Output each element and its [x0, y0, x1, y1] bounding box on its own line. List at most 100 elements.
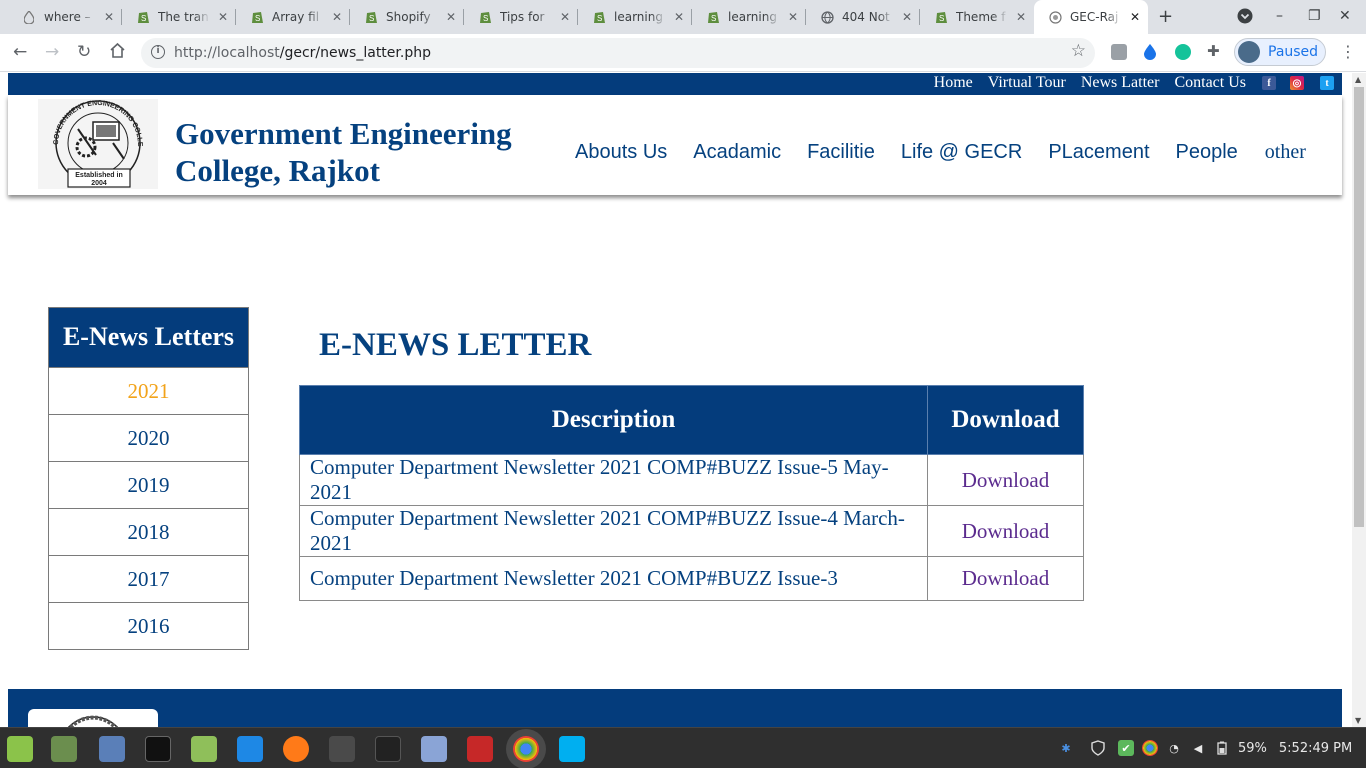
scroll-up-icon[interactable]: ▲: [1355, 75, 1361, 84]
vscode-icon[interactable]: [237, 736, 263, 762]
nav-acadamic[interactable]: Acadamic: [693, 141, 781, 164]
chrome-icon[interactable]: [513, 736, 539, 762]
shield-icon[interactable]: [1090, 740, 1106, 756]
firefox-icon[interactable]: [283, 736, 309, 762]
close-tab-icon[interactable]: ✕: [104, 10, 114, 24]
extension-icon[interactable]: [1111, 44, 1127, 60]
browser-tab-active[interactable]: GEC-Raj ✕: [1034, 0, 1148, 34]
nav-other[interactable]: other: [1265, 141, 1306, 164]
topnav-news-latter[interactable]: News Latter: [1081, 74, 1160, 92]
mint-menu-icon[interactable]: [7, 736, 33, 762]
nav-life-gecr[interactable]: Life @ GECR: [901, 141, 1022, 164]
address-bar[interactable]: i http://localhost/gecr/news_latter.php …: [141, 38, 1095, 68]
download-link[interactable]: Download: [927, 556, 1084, 601]
grammarly-icon[interactable]: [1175, 44, 1191, 60]
page-scrollbar[interactable]: ▲ ▼: [1352, 73, 1366, 727]
minimize-icon[interactable]: –: [1276, 8, 1283, 24]
newsletter-description[interactable]: Computer Department Newsletter 2021 COMP…: [299, 454, 928, 506]
chrome-tray-icon[interactable]: [1142, 740, 1158, 756]
facebook-icon[interactable]: f: [1262, 76, 1276, 90]
shopify-icon: S: [592, 10, 606, 24]
svg-text:S: S: [141, 14, 146, 23]
close-tab-icon[interactable]: ✕: [560, 10, 570, 24]
bluetooth-icon[interactable]: ✱: [1058, 740, 1074, 756]
topnav-contact-us[interactable]: Contact Us: [1174, 74, 1246, 92]
battery-percent: 59%: [1238, 740, 1267, 756]
browser-tab[interactable]: S Array fil ✕: [236, 0, 350, 34]
download-link[interactable]: Download: [927, 454, 1084, 506]
tab-search-icon[interactable]: [1237, 8, 1253, 28]
close-window-icon[interactable]: ✕: [1339, 8, 1351, 24]
browser-tab[interactable]: S The tran ✕: [122, 0, 236, 34]
extensions-puzzle-icon[interactable]: ✚: [1207, 42, 1223, 60]
sidebar-title: E-News Letters: [49, 308, 248, 367]
instagram-icon[interactable]: ◎: [1290, 76, 1304, 90]
download-link[interactable]: Download: [927, 505, 1084, 557]
new-tab-icon[interactable]: +: [1158, 6, 1173, 27]
water-drop-extension-icon[interactable]: [1143, 44, 1159, 60]
sublime-icon[interactable]: [329, 736, 355, 762]
close-tab-icon[interactable]: ✕: [674, 10, 684, 24]
volume-icon[interactable]: ◀: [1190, 740, 1206, 756]
browser-tab[interactable]: S learning ✕: [578, 0, 692, 34]
sidebar-year-2018[interactable]: 2018: [49, 508, 248, 555]
nav-placement[interactable]: PLacement: [1048, 141, 1149, 164]
browser-tab[interactable]: S Theme f ✕: [920, 0, 1034, 34]
scrollbar-thumb[interactable]: [1354, 87, 1364, 527]
close-tab-icon[interactable]: ✕: [332, 10, 342, 24]
back-icon[interactable]: ←: [13, 42, 27, 62]
screenshot-icon[interactable]: [99, 736, 125, 762]
shopify-icon: S: [250, 10, 264, 24]
filezilla-icon[interactable]: [467, 736, 493, 762]
newsletter-description[interactable]: Computer Department Newsletter 2021 COMP…: [299, 556, 928, 601]
scroll-down-icon[interactable]: ▼: [1355, 716, 1361, 725]
battery-icon[interactable]: [1214, 740, 1230, 756]
sidebar-year-2016[interactable]: 2016: [49, 602, 248, 649]
close-tab-icon[interactable]: ✕: [1016, 10, 1026, 24]
browser-tab[interactable]: 404 Not ✕: [806, 0, 920, 34]
terminal-alt-icon[interactable]: [375, 736, 401, 762]
mail-icon[interactable]: [421, 736, 447, 762]
topnav-virtual-tour[interactable]: Virtual Tour: [988, 74, 1066, 92]
home-icon[interactable]: [109, 42, 126, 64]
menu-kebab-icon[interactable]: ⋮: [1340, 42, 1356, 61]
clock[interactable]: 5:52:49 PM: [1279, 741, 1352, 756]
skype-icon[interactable]: [559, 736, 585, 762]
college-name[interactable]: Government Engineering College, Rajkot: [175, 115, 555, 189]
files-icon[interactable]: [51, 736, 77, 762]
site-footer: [8, 689, 1342, 727]
sidebar-year-2017[interactable]: 2017: [49, 555, 248, 602]
nav-people[interactable]: People: [1176, 141, 1238, 164]
maximize-icon[interactable]: ❐: [1308, 8, 1321, 24]
close-tab-icon[interactable]: ✕: [902, 10, 912, 24]
nav-abouts-us[interactable]: Abouts Us: [575, 141, 667, 164]
browser-tab[interactable]: S Tips for ✕: [464, 0, 578, 34]
nav-facilitie[interactable]: Facilitie: [807, 141, 875, 164]
water-drop-icon: [22, 10, 36, 24]
terminal-icon[interactable]: [145, 736, 171, 762]
college-logo-icon: [1048, 10, 1062, 24]
close-tab-icon[interactable]: ✕: [788, 10, 798, 24]
site-info-icon[interactable]: i: [151, 45, 165, 59]
twitter-icon[interactable]: t: [1320, 76, 1334, 90]
sidebar-year-2019[interactable]: 2019: [49, 461, 248, 508]
update-check-icon[interactable]: ✔: [1118, 740, 1134, 756]
reload-icon[interactable]: ↻: [77, 42, 91, 62]
profile-button[interactable]: Paused: [1234, 38, 1326, 66]
sidebar-year-2020[interactable]: 2020: [49, 414, 248, 461]
sidebar-year-2021[interactable]: 2021: [49, 367, 248, 414]
newsletter-description[interactable]: Computer Department Newsletter 2021 COMP…: [299, 505, 928, 557]
folder-icon[interactable]: [191, 736, 217, 762]
browser-tab[interactable]: where – ✕: [8, 0, 122, 34]
column-header-description: Description: [299, 385, 928, 455]
close-tab-icon[interactable]: ✕: [218, 10, 228, 24]
forward-icon[interactable]: →: [45, 42, 59, 62]
wifi-icon[interactable]: ◔: [1166, 740, 1182, 756]
close-tab-icon[interactable]: ✕: [446, 10, 456, 24]
college-logo[interactable]: GOVERNMENT ENGINEERING COLLEGE RAJKOT Es…: [35, 94, 158, 189]
close-tab-icon[interactable]: ✕: [1130, 10, 1140, 24]
browser-tab[interactable]: S Shopify ✕: [350, 0, 464, 34]
browser-tab[interactable]: S learning ✕: [692, 0, 806, 34]
bookmark-star-icon[interactable]: ☆: [1071, 41, 1086, 61]
topnav-home[interactable]: Home: [934, 74, 973, 92]
